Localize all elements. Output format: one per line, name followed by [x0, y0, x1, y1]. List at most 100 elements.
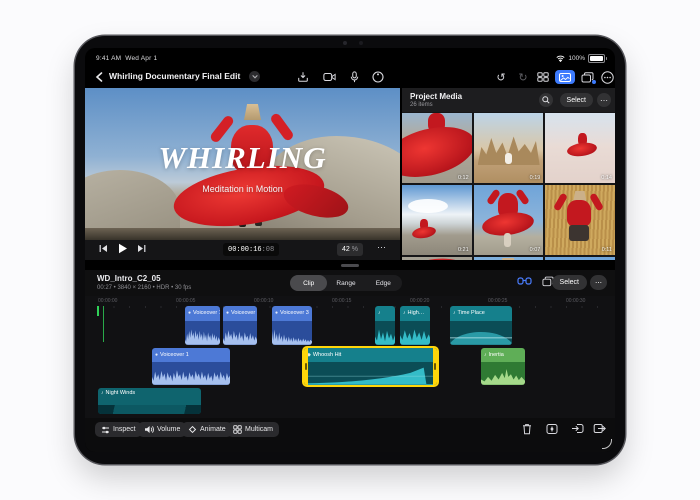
front-camera-dot	[343, 41, 347, 45]
mic-mini-icon: ●	[275, 310, 279, 317]
media-thumb[interactable]: 0:21	[402, 185, 472, 255]
note-mini-icon: ♪	[453, 310, 456, 317]
trim-handle-left[interactable]	[304, 348, 308, 385]
document-title: Whirling Documentary Final Edit	[109, 71, 241, 81]
clip-sfx-small[interactable]: ♪	[375, 306, 395, 345]
bottom-toolbar: Inspect Volume Animate Multicam	[85, 418, 615, 452]
more-button[interactable]	[599, 69, 615, 85]
media-thumb[interactable]: 0:19	[473, 113, 544, 183]
timeline-more-button[interactable]: ⋯	[590, 275, 607, 290]
record-voiceover-button[interactable]	[370, 69, 386, 85]
back-button[interactable]	[91, 69, 107, 85]
ruler-label: 00:00:15	[332, 298, 352, 304]
media-browser-button[interactable]	[555, 70, 575, 84]
range-marker-line	[103, 306, 104, 342]
note-mini-icon: ♪	[378, 310, 381, 317]
camera-button[interactable]	[321, 69, 337, 85]
range-marker	[97, 306, 99, 316]
zoom-level-button[interactable]: 42%	[337, 243, 364, 256]
multicam-button[interactable]: Multicam	[227, 422, 280, 437]
inspect-button[interactable]: Inspect	[95, 422, 142, 437]
document-menu-chevron-icon[interactable]	[249, 71, 260, 82]
clip-high[interactable]: ♪ High…	[400, 306, 430, 345]
press-image-canvas: 9:41 AM Wed Apr 1 100% Whirling Document…	[0, 0, 700, 500]
overwrite-clip-button[interactable]	[593, 423, 606, 434]
media-item-count: 26 items	[410, 102, 433, 108]
ruler-label: 00:00:05	[176, 298, 196, 304]
viewer-controls: 00:00:16:08 42% ⋯	[85, 240, 400, 260]
mode-edge[interactable]: Edge	[365, 275, 402, 291]
battery-icon	[588, 54, 607, 63]
microphone-button[interactable]	[346, 69, 362, 85]
status-bar: 9:41 AM Wed Apr 1 100%	[85, 48, 615, 68]
clip-voiceover-main[interactable]: ● Voiceover 1	[152, 348, 230, 385]
media-select-button[interactable]: Select	[559, 93, 593, 107]
search-button[interactable]	[539, 93, 553, 107]
ruler-label: 00:00:20	[410, 298, 430, 304]
media-more-button[interactable]: ⋯	[597, 93, 611, 107]
battery-percent: 100%	[568, 55, 585, 62]
timeline-clip-name: WD_Intro_C2_05	[97, 274, 161, 283]
timeline[interactable]: 00:00:00 00:00:05 00:00:10 00:00:15 00:0…	[85, 296, 615, 418]
media-thumb[interactable]: 0:12	[402, 113, 472, 183]
front-sensor-dot	[359, 41, 363, 45]
mic-mini-icon: ●	[226, 310, 230, 317]
ruler-label: 00:00:25	[488, 298, 508, 304]
volume-button[interactable]: Volume	[138, 422, 187, 437]
note-mini-icon: ♪	[484, 352, 487, 359]
timeline-select-button[interactable]: Select	[551, 275, 587, 290]
clip-time-place[interactable]: ♪ Time Place	[450, 306, 512, 345]
delete-button[interactable]	[522, 423, 532, 435]
import-media-button[interactable]	[295, 69, 311, 85]
subtitle-overlay: Meditation in Motion	[202, 184, 283, 194]
clock: 9:41 AM	[96, 55, 122, 62]
clip-whoosh-hit-selected[interactable]: ◆ Whoosh Hit	[304, 348, 437, 385]
title-overlay: WHIRLING	[158, 140, 327, 175]
clip-night-winds[interactable]: ♪ Night Winds	[98, 388, 201, 414]
ruler-ticks	[98, 306, 603, 308]
redo-button[interactable]: ↻	[515, 69, 531, 85]
media-thumb[interactable]: 0:11	[545, 185, 615, 255]
skip-back-icon[interactable]	[99, 244, 108, 253]
edit-mode-segmented-control: Clip Range Edge	[290, 275, 402, 291]
connect-clips-button[interactable]	[517, 276, 532, 286]
timeline-clip-info: 00:27 • 3840 × 2160 • HDR • 30 fps	[97, 285, 192, 291]
undo-button[interactable]: ↺	[493, 69, 509, 85]
notification-dot	[592, 80, 596, 84]
clip-voiceover-1[interactable]: ● Voiceover 1	[185, 306, 220, 345]
clip-inertia[interactable]: ♪ Inertia	[481, 348, 525, 385]
play-button[interactable]	[118, 243, 128, 254]
panel-divider	[85, 260, 615, 270]
timeline-header: WD_Intro_C2_05 00:27 • 3840 × 2160 • HDR…	[85, 270, 615, 296]
ruler-label: 00:00:10	[254, 298, 274, 304]
viewer-canvas[interactable]: WHIRLING Meditation in Motion	[85, 88, 400, 240]
insert-clip-button[interactable]	[571, 423, 584, 434]
media-thumb[interactable]: 0:07	[473, 185, 544, 255]
overlay-picture-button[interactable]	[579, 69, 596, 85]
timecode-display[interactable]: 00:00:16:08	[223, 243, 280, 256]
clip-voiceover-2[interactable]: ● Voiceover 2	[223, 306, 257, 345]
divider-drag-handle[interactable]	[341, 264, 359, 267]
mode-range[interactable]: Range	[327, 275, 364, 291]
blade-button[interactable]	[546, 423, 558, 435]
dancer-arm	[269, 111, 295, 143]
animate-button[interactable]: Animate	[182, 422, 232, 437]
wifi-icon	[556, 55, 565, 62]
screen: 9:41 AM Wed Apr 1 100% Whirling Document…	[85, 48, 615, 452]
media-thumb[interactable]: 0:14	[545, 113, 615, 183]
ground	[85, 228, 400, 240]
trim-handle-right[interactable]	[433, 348, 437, 385]
project-media-panel: Project Media 26 items Select ⋯ 0:12 0:1…	[402, 88, 615, 261]
ruler-label: 00:00:30	[566, 298, 586, 304]
note-mini-icon: ♪	[101, 390, 104, 397]
mode-clip[interactable]: Clip	[290, 275, 328, 291]
mic-mini-icon: ●	[155, 352, 159, 359]
skip-forward-icon[interactable]	[137, 244, 146, 253]
title-bar: Whirling Documentary Final Edit ↺ ↻	[85, 66, 615, 88]
multicam-view-button[interactable]	[535, 69, 551, 85]
audio-fade-ramps	[98, 405, 201, 414]
note-mini-icon: ♪	[403, 310, 406, 317]
viewer-more-button[interactable]: ⋯	[377, 242, 386, 253]
clip-voiceover-3[interactable]: ● Voiceover 3	[272, 306, 312, 345]
media-panel-title: Project Media	[410, 92, 463, 101]
